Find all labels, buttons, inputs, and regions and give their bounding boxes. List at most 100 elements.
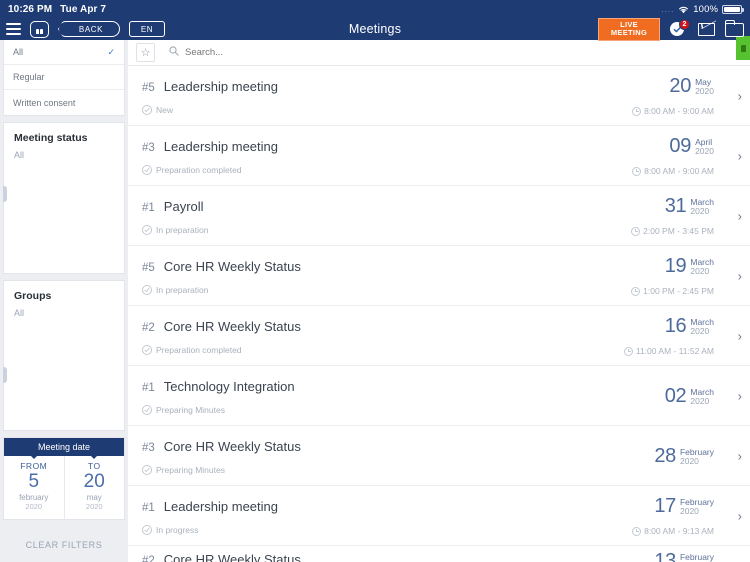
- meeting-status-filter-card[interactable]: Meeting status All: [3, 122, 125, 274]
- home-icon[interactable]: [30, 20, 49, 38]
- date-to-day: 20: [83, 471, 105, 492]
- date-from-picker[interactable]: FROM 5 february 2020: [4, 455, 64, 519]
- meeting-date: 20 May 2020: [669, 76, 714, 96]
- groups-value[interactable]: All: [4, 306, 124, 328]
- meeting-row[interactable]: #3 Core HR Weekly Status Preparing Minutes…: [128, 426, 750, 486]
- status-right-cluster: .... 100%: [661, 4, 744, 15]
- meeting-date: 19 March 2020: [664, 255, 714, 277]
- meeting-title-group: #1 Payroll: [142, 199, 590, 214]
- meetings-main-panel: ☆ #5 Leadership meeting New 20May2020 8:00 A…: [128, 40, 750, 562]
- meeting-month-year: May 2020: [695, 77, 714, 96]
- search-area: [169, 46, 425, 59]
- meeting-row-left: #5 Core HR Weekly Status In preparation: [142, 246, 590, 305]
- status-date: Tue Apr 7: [60, 3, 107, 15]
- meeting-row[interactable]: #3 Leadership meeting Preparation complete…: [128, 126, 750, 186]
- meeting-status: In preparation: [142, 224, 590, 235]
- meeting-year: 2020: [690, 266, 710, 276]
- meeting-row[interactable]: #1 Leadership meeting In progress 17 Februar…: [128, 486, 750, 546]
- meeting-name: Core HR Weekly Status: [163, 258, 301, 274]
- meeting-date: 13 February2020: [654, 550, 714, 562]
- meeting-year: 2020: [679, 456, 699, 466]
- meeting-status-label: Preparation completed: [156, 344, 242, 355]
- filter-option-regular[interactable]: Regular: [4, 65, 124, 90]
- meeting-year: 2020: [690, 326, 710, 336]
- meeting-row-right: 28 February 2020: [590, 426, 740, 485]
- meeting-row[interactable]: #2 Core HR Weekly Status Preparation compl…: [128, 306, 750, 366]
- meeting-row[interactable]: #1 Payroll In preparation 31 March 2020 2:00 P…: [128, 186, 750, 246]
- scroll-handle-icon[interactable]: [3, 367, 7, 384]
- clock-icon: [623, 346, 633, 356]
- meeting-status-value[interactable]: All: [4, 148, 124, 170]
- groups-filter-card[interactable]: Groups All: [3, 279, 125, 431]
- hamburger-menu-icon[interactable]: [6, 23, 21, 35]
- date-from-year: 2020: [25, 502, 43, 511]
- meeting-status: Preparation completed: [142, 164, 590, 175]
- meeting-row[interactable]: #5 Core HR Weekly Status In preparation 19 M…: [128, 246, 750, 306]
- navigation-bar: BACK EN Meetings LIVE MEETING 2: [0, 17, 750, 60]
- meeting-type-filter-card: All ✓ Regular Written consent: [3, 40, 125, 116]
- meeting-row-left: #2 Core HR Weekly Status Preparation compl…: [142, 306, 590, 365]
- meeting-row-right: 02 March 2020: [590, 366, 740, 425]
- meeting-status-title: Meeting status: [14, 132, 88, 144]
- date-to-year: 2020: [85, 502, 103, 511]
- meeting-status: In preparation: [142, 284, 590, 295]
- language-button[interactable]: EN: [129, 21, 165, 37]
- meeting-time: 8:00 AM - 9:13 AM: [632, 526, 714, 536]
- chevron-right-icon[interactable]: ›: [738, 508, 742, 523]
- chevron-right-icon[interactable]: ›: [738, 388, 742, 403]
- live-meeting-button[interactable]: LIVE MEETING: [598, 17, 660, 41]
- check-outline-icon: [142, 344, 152, 355]
- meeting-row[interactable]: #1 Technology Integration Preparing Minute…: [128, 366, 750, 426]
- meeting-title-group: #1 Leadership meeting: [142, 499, 590, 514]
- meeting-time: 1:00 PM - 2:45 PM: [631, 286, 714, 296]
- chevron-right-icon[interactable]: ›: [738, 268, 742, 283]
- nav-left-cluster: BACK EN: [6, 20, 165, 38]
- star-icon[interactable]: ☆: [136, 43, 155, 62]
- meeting-name: Core HR Weekly Status: [163, 552, 301, 562]
- meeting-time: 8:00 AM - 9:00 AM: [632, 166, 714, 176]
- filter-option-written-consent[interactable]: Written consent: [4, 90, 124, 115]
- chevron-right-icon[interactable]: ›: [738, 448, 742, 463]
- meeting-name: Core HR Weekly Status: [163, 318, 301, 334]
- chevron-right-icon[interactable]: ›: [738, 328, 742, 343]
- meeting-name: Technology Integration: [163, 378, 295, 394]
- wifi-icon: [678, 5, 689, 14]
- signal-dots-icon: ....: [661, 4, 675, 14]
- meeting-day: 09: [669, 135, 692, 157]
- meeting-time-label: 8:00 AM - 9:13 AM: [644, 526, 714, 536]
- meeting-day: 19: [664, 255, 687, 277]
- search-input[interactable]: [185, 47, 425, 58]
- check-outline-icon: [142, 404, 152, 415]
- clear-filters-button[interactable]: CLEAR FILTERS: [3, 528, 125, 562]
- meeting-title-group: #5 Core HR Weekly Status: [142, 259, 590, 274]
- meeting-row-right: 16 March 2020 11:00 AM - 11:52 AM: [590, 306, 740, 365]
- scroll-handle-icon[interactable]: [3, 185, 7, 202]
- meeting-row[interactable]: #5 Leadership meeting New 20 May 2020 8:00 AM …: [128, 66, 750, 126]
- filter-sidebar: All ✓ Regular Written consent Meeting st…: [0, 40, 128, 562]
- meeting-status-label: Preparation completed: [156, 164, 242, 175]
- meeting-time: 11:00 AM - 11:52 AM: [623, 346, 714, 356]
- back-button[interactable]: BACK: [58, 21, 120, 37]
- tasks-notification[interactable]: 2: [670, 19, 690, 38]
- meeting-month-year: April 2020: [695, 137, 714, 156]
- meeting-month-year: March 2020: [690, 197, 714, 216]
- meeting-day: 13: [654, 550, 676, 562]
- folder-icon[interactable]: [724, 20, 744, 37]
- meeting-status-label: In preparation: [156, 224, 209, 235]
- meeting-year: 2020: [695, 86, 714, 96]
- nav-right-cluster: LIVE MEETING 2: [598, 17, 744, 41]
- chevron-right-icon[interactable]: ›: [738, 88, 742, 103]
- filter-option-all[interactable]: All ✓: [4, 40, 124, 65]
- mail-icon[interactable]: [698, 22, 715, 36]
- meeting-row-left: #5 Leadership meeting New: [142, 66, 590, 125]
- chevron-right-icon[interactable]: ›: [738, 148, 742, 163]
- list-toolbar: ☆: [128, 40, 750, 66]
- meeting-time-label: 8:00 AM - 9:00 AM: [644, 166, 714, 176]
- meeting-year: 2020: [690, 396, 710, 406]
- meeting-status: Preparation completed: [142, 344, 590, 355]
- chevron-right-icon[interactable]: ›: [738, 208, 742, 223]
- meeting-name: Leadership meeting: [163, 498, 278, 514]
- meeting-status-label: In preparation: [156, 284, 209, 295]
- meeting-row[interactable]: #2 Core HR Weekly Status 13 February2020: [128, 546, 750, 562]
- date-to-picker[interactable]: TO 20 may 2020: [63, 455, 125, 519]
